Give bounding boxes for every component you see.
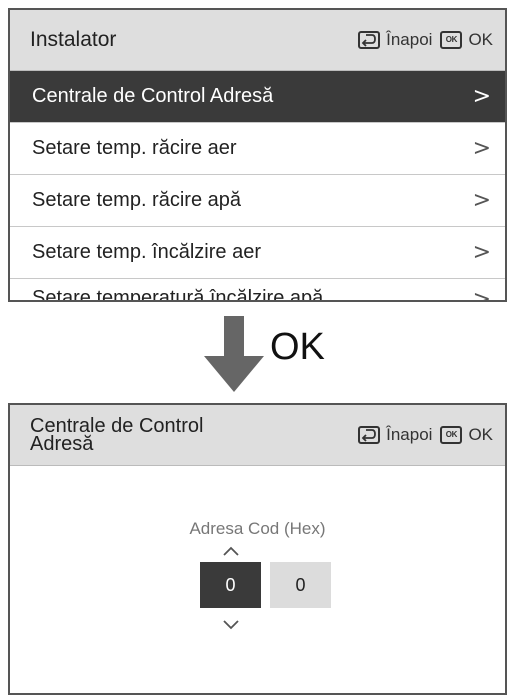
screen-title: Centrale de Control Adresă [30,416,358,455]
ok-label: OK [468,425,493,444]
chevron-down-icon[interactable] [222,619,240,631]
menu-item-label: Setare temperatură încălzire apă [32,287,324,301]
chevron-right-icon: > [472,287,491,301]
menu-item-label: Setare temp. răcire apă [32,189,241,211]
menu-item-water-heating-temp[interactable]: Setare temperatură încălzire apă > [10,279,505,301]
menu-item-water-cooling-temp[interactable]: Setare temp. răcire apă > [10,175,505,227]
chevron-right-icon: > [472,240,491,265]
transition-label: OK [270,326,325,368]
ok-button[interactable]: OK OK [440,425,493,445]
central-control-address-screen: Centrale de Control Adresă Înapoi OK OK … [8,403,507,695]
down-arrow-icon [204,316,264,392]
ok-icon: OK [440,31,463,49]
back-icon [358,31,381,49]
menu-item-air-heating-temp[interactable]: Setare temp. încălzire aer > [10,227,505,279]
ok-button[interactable]: OK OK [440,30,493,50]
chevron-up-icon[interactable] [222,545,240,557]
back-label: Înapoi [386,425,433,444]
installer-menu-screen: Instalator Înapoi OK OK Centrale de Cont… [8,8,507,302]
menu-item-label: Setare temp. răcire aer [32,137,237,159]
address-code-label: Adresa Cod (Hex) [189,519,326,538]
back-button[interactable]: Înapoi [358,425,432,445]
menu-item-label: Setare temp. încălzire aer [32,241,261,263]
back-icon [358,426,381,444]
back-label: Înapoi [386,30,433,49]
chevron-right-icon: > [472,188,491,213]
menu-item-label: Centrale de Control Adresă [32,85,274,107]
address-digit-1[interactable]: 0 [200,562,261,608]
screen-title-line2: Adresă [30,433,94,455]
menu-item-central-control-address[interactable]: Centrale de Control Adresă > [10,71,505,123]
chevron-right-icon: > [472,84,491,109]
address-digit-2[interactable]: 0 [270,562,331,608]
ok-icon: OK [440,426,463,444]
menu-item-air-cooling-temp[interactable]: Setare temp. răcire aer > [10,123,505,175]
screen-title: Instalator [30,28,117,51]
ok-label: OK [468,30,493,49]
chevron-right-icon: > [472,136,491,161]
header-bar: Instalator Înapoi OK OK [10,10,505,71]
back-button[interactable]: Înapoi [358,30,432,50]
header-bar: Centrale de Control Adresă Înapoi OK OK [10,405,505,466]
